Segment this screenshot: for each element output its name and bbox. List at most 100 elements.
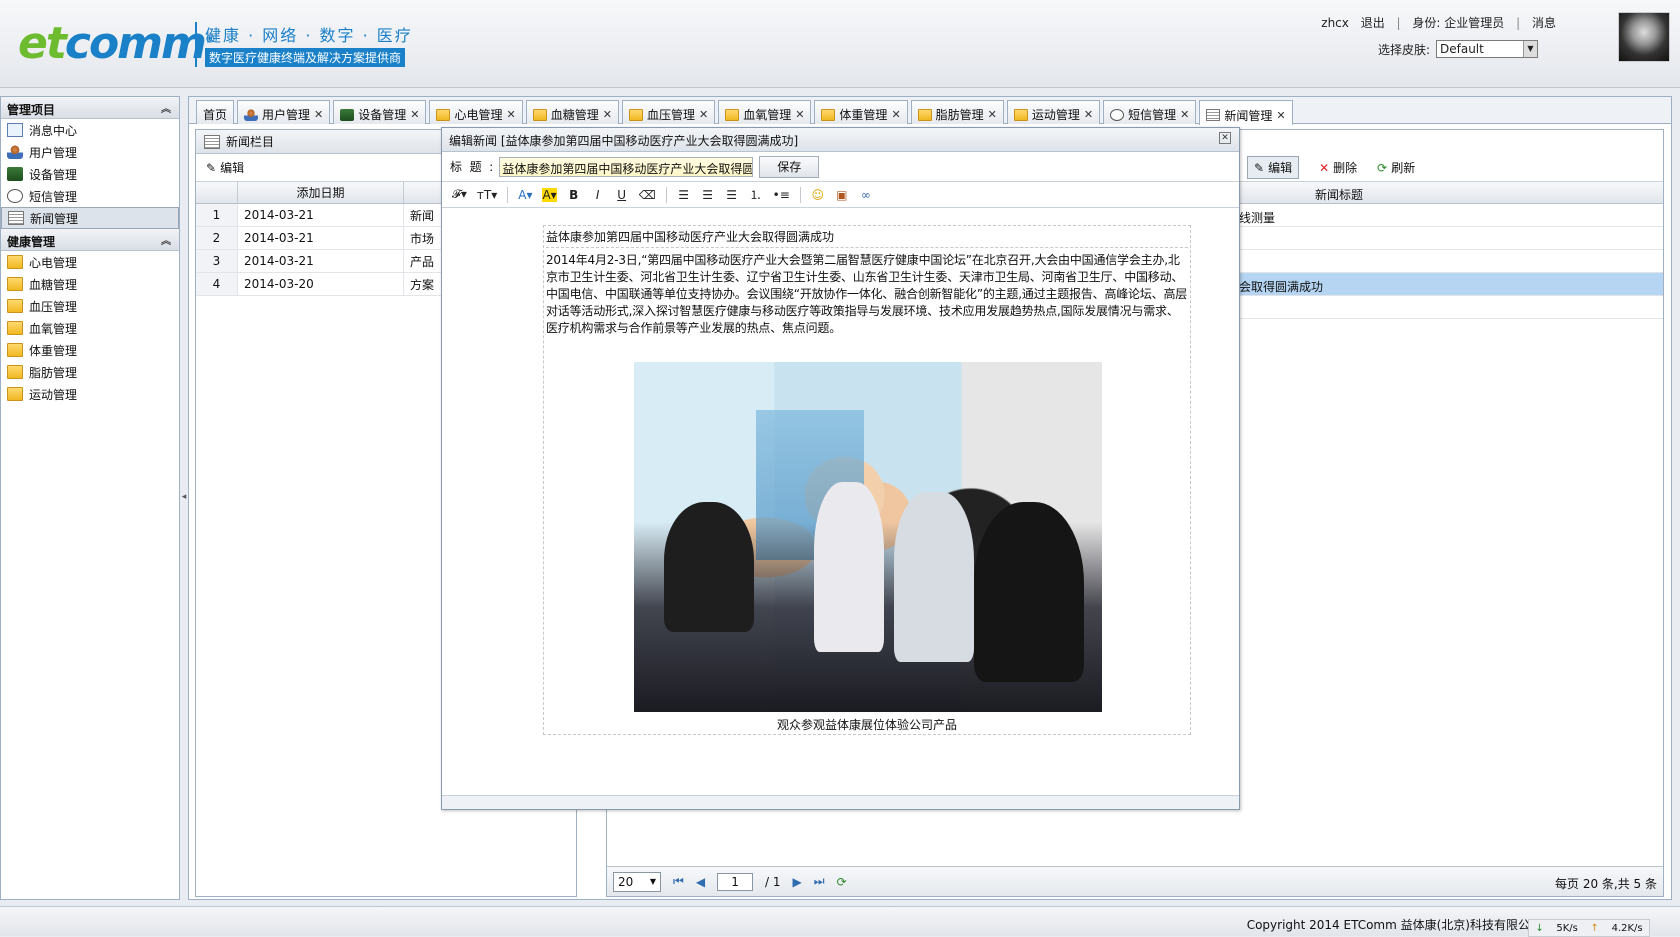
align-center-icon[interactable]: ☰ — [701, 188, 715, 202]
title-input[interactable]: 益体康参加第四届中国移动医疗产业大会取得圆满成功 — [499, 156, 754, 177]
edit-news-dialog: 编辑新闻 [益体康参加第四届中国移动医疗产业大会取得圆满成功] ✕ 标 题 : 益… — [441, 127, 1240, 810]
booth-photo — [634, 362, 1102, 712]
sidebar-item-sms[interactable]: 短信管理 — [1, 185, 179, 207]
dialog-title: 编辑新闻 [益体康参加第四届中国移动医疗产业大会取得圆满成功] ✕ — [442, 128, 1239, 152]
unordered-list-icon[interactable]: •≡ — [773, 188, 790, 202]
slogan-line2: 数字医疗健康终端及解决方案提供商 — [205, 48, 406, 67]
dialog-footer — [442, 795, 1239, 809]
font-size-icon[interactable]: тT▾ — [477, 188, 497, 202]
first-page-icon[interactable]: ⏮ — [673, 874, 684, 889]
italic-icon[interactable]: I — [591, 188, 605, 202]
next-page-icon[interactable]: ▶ — [793, 875, 802, 889]
bold-icon[interactable]: B — [567, 188, 581, 202]
editor-area[interactable]: 益体康参加第四届中国移动医疗产业大会取得圆满成功 2014年4月2-3日,“第四… — [442, 210, 1239, 780]
collapse-icon[interactable]: ︽ — [161, 100, 171, 115]
device-icon — [340, 108, 355, 121]
emoji-icon[interactable]: ☺ — [811, 188, 825, 202]
folder-icon — [7, 277, 23, 291]
tab-exercise[interactable]: 运动管理 ✕ — [1006, 100, 1101, 124]
close-icon[interactable]: ✕ — [410, 108, 419, 121]
page-input[interactable]: 1 — [717, 872, 754, 891]
sidebar-item-weight[interactable]: 体重管理 — [1, 339, 179, 361]
close-icon[interactable]: ✕ — [507, 108, 516, 121]
sidebar-section-management[interactable]: 管理项目 ︽ — [1, 97, 179, 119]
tab-weight[interactable]: 体重管理 ✕ — [814, 100, 908, 124]
avatar — [1618, 12, 1670, 62]
sidebar-item-fat[interactable]: 脂肪管理 — [1, 361, 179, 383]
tab-pressure[interactable]: 血压管理 ✕ — [621, 100, 716, 124]
role-label: 身份: 企业管理员 — [1412, 16, 1505, 30]
news-icon — [8, 211, 24, 225]
ordered-list-icon[interactable]: ⒈ — [749, 186, 763, 203]
folder-icon — [7, 321, 23, 335]
tab-bar: 首页 用户管理 ✕ 设备管理 ✕ 心电管理 ✕ 血糖管理 ✕ 血压管理 ✕ 血氧管理 ✕ 体… — [189, 97, 1671, 125]
close-icon[interactable]: ✕ — [1180, 108, 1189, 121]
edit-button[interactable]: ✎ 编辑 — [206, 159, 244, 176]
news-icon — [204, 134, 220, 149]
close-icon[interactable]: ✕ — [891, 108, 900, 121]
chevron-down-icon: ▼ — [649, 877, 656, 886]
username: zhcx — [1321, 16, 1349, 30]
page-size-select[interactable]: 20 ▼ — [613, 871, 661, 892]
collapse-icon[interactable]: ︽ — [161, 232, 171, 247]
col-news-title[interactable]: 新闻标题 — [1315, 186, 1363, 203]
sidebar-item-pressure[interactable]: 血压管理 — [1, 295, 179, 317]
highlight-icon[interactable]: A▾ — [542, 187, 557, 202]
refresh-icon[interactable]: ⟳ — [837, 875, 847, 889]
logout-link[interactable]: 退出 — [1361, 16, 1385, 30]
save-button[interactable]: 保存 — [759, 155, 820, 178]
align-left-icon[interactable]: ☰ — [677, 188, 691, 202]
arrow-up-icon: ↑ — [1590, 922, 1599, 934]
sidebar-item-ecg[interactable]: 心电管理 — [1, 251, 179, 273]
col-date[interactable]: 添加日期 — [238, 182, 404, 203]
tab-sms[interactable]: 短信管理 ✕ — [1103, 100, 1197, 124]
title-label: 标 题 : — [450, 160, 494, 174]
sidebar-item-glucose[interactable]: 血糖管理 — [1, 273, 179, 295]
tab-glucose[interactable]: 血糖管理 ✕ — [525, 100, 619, 124]
device-icon — [7, 167, 23, 181]
tab-ecg[interactable]: 心电管理 ✕ — [429, 100, 523, 124]
skin-select[interactable]: Default ▼ — [1436, 40, 1538, 58]
close-icon[interactable]: ✕ — [699, 108, 708, 121]
folder-icon — [917, 108, 932, 121]
prev-page-icon[interactable]: ◀ — [696, 875, 705, 889]
copyright: Copyright 2014 ETComm 益体康(北京)科技有限公 — [1246, 918, 1530, 932]
font-family-icon[interactable]: 𝓕▾ — [452, 187, 467, 202]
tab-users[interactable]: 用户管理 ✕ — [237, 100, 331, 124]
edit-news-button[interactable]: ✎ 编辑 — [1247, 156, 1300, 179]
sidebar-section-health[interactable]: 健康管理 ︽ — [1, 229, 179, 251]
tab-oxygen[interactable]: 血氧管理 ✕ — [718, 100, 812, 124]
tab-news[interactable]: 新闻管理 ✕ — [1199, 100, 1293, 125]
sidebar-item-users[interactable]: 用户管理 — [1, 141, 179, 163]
link-icon[interactable]: ∞ — [859, 188, 873, 202]
delete-icon: ✕ — [1319, 160, 1330, 175]
mail-icon — [7, 123, 23, 137]
sidebar-item-news[interactable]: 新闻管理 — [1, 207, 179, 229]
underline-icon[interactable]: U — [615, 188, 629, 202]
delete-button[interactable]: ✕ 删除 — [1319, 159, 1357, 176]
sidebar-item-messages[interactable]: 消息中心 — [1, 119, 179, 141]
font-color-icon[interactable]: A▾ — [518, 188, 532, 202]
tab-home[interactable]: 首页 — [196, 100, 235, 124]
sidebar-item-devices[interactable]: 设备管理 — [1, 163, 179, 185]
close-icon[interactable]: ✕ — [1276, 109, 1285, 122]
close-icon[interactable]: ✕ — [988, 108, 997, 121]
sidebar-item-exercise[interactable]: 运动管理 — [1, 383, 179, 405]
folder-icon — [7, 365, 23, 379]
refresh-button[interactable]: ⟳ 刷新 — [1377, 159, 1415, 176]
tab-fat[interactable]: 脂肪管理 ✕ — [910, 100, 1004, 124]
messages-link[interactable]: 消息 — [1532, 16, 1556, 30]
sidebar-collapse-handle[interactable]: ◂ — [180, 482, 188, 512]
close-icon[interactable]: ✕ — [1084, 108, 1093, 121]
tab-devices[interactable]: 设备管理 ✕ — [333, 100, 427, 124]
eraser-icon[interactable]: ⌫ — [639, 188, 656, 202]
close-icon[interactable]: ✕ — [603, 108, 612, 121]
sidebar: 管理项目 ︽ 消息中心 用户管理 设备管理 短信管理 新闻管理 健康管理 ︽ 心电管… — [0, 96, 180, 900]
align-right-icon[interactable]: ☰ — [725, 188, 739, 202]
close-icon[interactable]: ✕ — [1219, 132, 1231, 144]
image-icon[interactable]: ▣ — [835, 188, 849, 202]
sidebar-item-oxygen[interactable]: 血氧管理 — [1, 317, 179, 339]
close-icon[interactable]: ✕ — [795, 108, 804, 121]
last-page-icon[interactable]: ⏭ — [814, 874, 825, 889]
close-icon[interactable]: ✕ — [314, 108, 323, 121]
